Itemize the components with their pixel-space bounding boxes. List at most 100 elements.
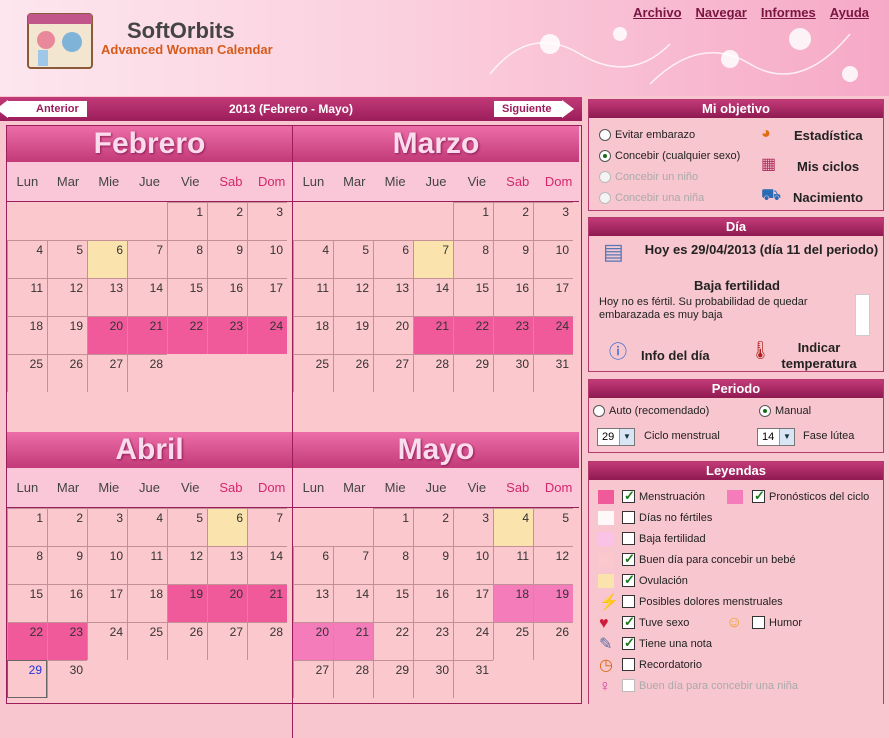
day-cell[interactable]: 12	[47, 278, 87, 316]
day-cell[interactable]: 12	[333, 278, 373, 316]
day-cell[interactable]: 22	[7, 622, 47, 660]
day-cell[interactable]: 17	[453, 584, 493, 622]
day-cell[interactable]: 4	[127, 508, 167, 546]
day-cell[interactable]: 2	[413, 508, 453, 546]
day-cell[interactable]: 5	[167, 508, 207, 546]
legend-checkbox[interactable]	[622, 551, 635, 567]
day-cell[interactable]: 5	[47, 240, 87, 278]
day-cell[interactable]: 21	[413, 316, 453, 354]
info-link[interactable]: Info del día	[641, 348, 710, 363]
day-cell[interactable]: 21	[333, 622, 373, 660]
day-cell[interactable]: 20	[87, 316, 127, 354]
day-cell[interactable]: 29	[453, 354, 493, 392]
chevron-down-icon[interactable]: ▼	[779, 429, 794, 445]
day-cell[interactable]: 2	[207, 202, 247, 240]
day-cell[interactable]: 14	[247, 546, 287, 584]
day-cell[interactable]: 15	[7, 584, 47, 622]
day-cell[interactable]: 24	[247, 316, 287, 354]
day-cell[interactable]: 17	[87, 584, 127, 622]
day-cell[interactable]: 11	[493, 546, 533, 584]
day-cell[interactable]: 22	[453, 316, 493, 354]
day-cell[interactable]: 26	[333, 354, 373, 392]
auto-radio[interactable]	[593, 405, 605, 417]
day-cell[interactable]: 18	[293, 316, 333, 354]
day-cell[interactable]: 13	[207, 546, 247, 584]
thermometer-icon[interactable]: 🌡	[749, 341, 772, 359]
stroller-icon[interactable]: ⛟	[761, 188, 781, 204]
day-cell[interactable]: 24	[533, 316, 573, 354]
legend-checkbox[interactable]	[622, 635, 635, 651]
day-cell[interactable]: 27	[293, 660, 333, 698]
day-cell[interactable]: 7	[247, 508, 287, 546]
mood-checkbox[interactable]	[752, 616, 765, 629]
day-cell[interactable]: 10	[247, 240, 287, 278]
day-cell[interactable]: 29	[373, 660, 413, 698]
day-cell[interactable]: 25	[7, 354, 47, 392]
cycles-link[interactable]: Mis ciclos	[797, 159, 859, 174]
day-cell[interactable]: 15	[373, 584, 413, 622]
day-cell[interactable]: 10	[87, 546, 127, 584]
legend-checkbox[interactable]	[622, 572, 635, 588]
day-cell[interactable]: 30	[413, 660, 453, 698]
day-cell[interactable]: 1	[453, 202, 493, 240]
day-cell[interactable]: 6	[293, 546, 333, 584]
day-cell[interactable]: 23	[493, 316, 533, 354]
day-cell[interactable]: 25	[293, 354, 333, 392]
day-cell[interactable]: 2	[493, 202, 533, 240]
day-cell[interactable]: 25	[127, 622, 167, 660]
day-cell[interactable]: 22	[373, 622, 413, 660]
day-cell[interactable]: 19	[333, 316, 373, 354]
day-cell[interactable]: 22	[167, 316, 207, 354]
legend-checkbox[interactable]	[622, 488, 635, 504]
day-cell[interactable]: 18	[493, 584, 533, 622]
day-cell[interactable]: 6	[373, 240, 413, 278]
day-cell[interactable]: 21	[127, 316, 167, 354]
day-cell[interactable]: 29	[7, 660, 47, 698]
day-cell[interactable]: 13	[87, 278, 127, 316]
day-cell[interactable]: 28	[413, 354, 453, 392]
day-cell[interactable]: 9	[493, 240, 533, 278]
day-cell[interactable]: 19	[47, 316, 87, 354]
chevron-down-icon[interactable]: ▼	[619, 429, 634, 445]
day-cell[interactable]: 8	[7, 546, 47, 584]
day-cell[interactable]: 21	[247, 584, 287, 622]
day-cell[interactable]: 10	[453, 546, 493, 584]
day-cell[interactable]: 7	[127, 240, 167, 278]
day-cell[interactable]: 31	[533, 354, 573, 392]
day-cell[interactable]: 10	[533, 240, 573, 278]
day-cell[interactable]: 13	[293, 584, 333, 622]
day-cell[interactable]: 28	[333, 660, 373, 698]
day-cell[interactable]: 16	[413, 584, 453, 622]
day-cell[interactable]: 3	[87, 508, 127, 546]
day-cell[interactable]: 6	[87, 240, 127, 278]
day-cell[interactable]: 31	[453, 660, 493, 698]
day-cell[interactable]: 18	[127, 584, 167, 622]
legend-checkbox[interactable]	[622, 658, 635, 671]
day-cell[interactable]: 23	[207, 316, 247, 354]
statistics-link[interactable]: Estadística	[794, 128, 863, 143]
menu-ayuda[interactable]: Ayuda	[830, 5, 869, 20]
day-cell[interactable]: 26	[533, 622, 573, 660]
day-cell[interactable]: 14	[127, 278, 167, 316]
day-cell[interactable]: 4	[293, 240, 333, 278]
day-cell[interactable]: 17	[247, 278, 287, 316]
day-cell[interactable]: 15	[167, 278, 207, 316]
day-cell[interactable]: 27	[373, 354, 413, 392]
legend-checkbox[interactable]	[622, 614, 635, 630]
temperature-link[interactable]: Indicar temperatura	[779, 340, 859, 372]
day-cell[interactable]: 7	[333, 546, 373, 584]
day-cell[interactable]: 7	[413, 240, 453, 278]
day-cell[interactable]: 1	[7, 508, 47, 546]
day-cell[interactable]: 28	[247, 622, 287, 660]
day-cell[interactable]: 14	[333, 584, 373, 622]
day-cell[interactable]: 9	[413, 546, 453, 584]
day-cell[interactable]: 3	[453, 508, 493, 546]
day-cell[interactable]: 5	[333, 240, 373, 278]
day-cell[interactable]: 9	[47, 546, 87, 584]
day-cell[interactable]: 8	[167, 240, 207, 278]
day-cell[interactable]: 28	[127, 354, 167, 392]
day-cell[interactable]: 24	[87, 622, 127, 660]
menu-archivo[interactable]: Archivo	[633, 5, 681, 20]
day-cell[interactable]: 20	[293, 622, 333, 660]
day-cell[interactable]: 11	[127, 546, 167, 584]
